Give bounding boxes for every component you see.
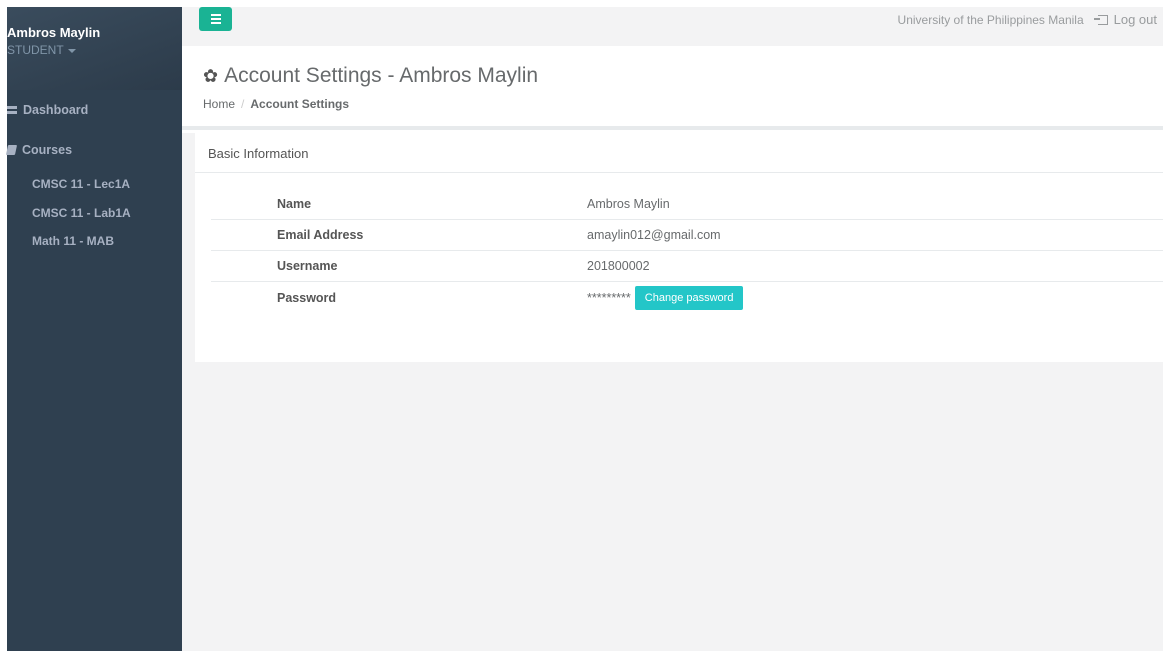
page-title-text: Account Settings - Ambros Maylin xyxy=(224,64,539,87)
table-row: Username 201800002 xyxy=(211,251,1163,282)
university-name: University of the Philippines Manila xyxy=(897,12,1084,27)
profile-area: Ambros Maylin STUDENT xyxy=(7,7,182,90)
row-label: Password xyxy=(277,290,337,305)
course-item[interactable]: CMSC 11 - Lec1A xyxy=(32,177,130,191)
caret-down-icon xyxy=(67,48,76,53)
course-item[interactable]: Math 11 - MAB xyxy=(32,234,114,248)
role-dropdown[interactable]: STUDENT xyxy=(7,43,182,57)
row-value: Ambros Maylin xyxy=(587,197,670,211)
main-content: Basic Information Name Ambros Maylin Ema… xyxy=(182,133,1163,651)
top-navbar: University of the Philippines Manila Log… xyxy=(182,7,1163,46)
sidebar: Ambros Maylin STUDENT Dashboard Courses … xyxy=(5,7,182,651)
user-name: Ambros Maylin xyxy=(7,25,101,40)
breadcrumb-home[interactable]: Home xyxy=(203,97,235,111)
logout-link[interactable]: Log out xyxy=(1093,12,1157,27)
page-title: ✿ Account Settings - Ambros Maylin xyxy=(203,64,538,88)
gear-icon: ✿ xyxy=(203,65,219,86)
nav-courses-label: Courses xyxy=(22,143,73,157)
nav-dashboard-label: Dashboard xyxy=(23,103,89,117)
topbar-right: University of the Philippines Manila Log… xyxy=(898,12,1157,27)
table-row: Name Ambros Maylin xyxy=(211,189,1163,220)
hamburger-icon xyxy=(210,22,221,24)
hamburger-icon xyxy=(210,18,221,20)
row-label: Username xyxy=(277,259,338,273)
table-row: Email Address amaylin012@gmail.com xyxy=(211,220,1163,251)
panel-title: Basic Information xyxy=(195,133,1163,173)
row-label: Email Address xyxy=(277,228,364,242)
breadcrumb-current: Account Settings xyxy=(250,97,350,111)
course-item[interactable]: CMSC 11 - Lab1A xyxy=(32,206,131,220)
basic-info-panel: Basic Information Name Ambros Maylin Ema… xyxy=(195,133,1163,362)
nav-courses[interactable]: Courses xyxy=(5,140,73,160)
change-password-button[interactable]: Change password xyxy=(634,285,744,310)
dashboard-icon xyxy=(7,106,17,114)
menu-toggle-button[interactable] xyxy=(199,7,232,31)
password-mask: ********* xyxy=(587,290,631,305)
row-value: amaylin012@gmail.com xyxy=(587,228,721,242)
role-label: STUDENT xyxy=(7,43,64,57)
info-table: Name Ambros Maylin Email Address amaylin… xyxy=(211,189,1163,313)
nav-dashboard[interactable]: Dashboard xyxy=(7,100,88,120)
logout-label: Log out xyxy=(1113,12,1157,27)
breadcrumb: Home / Account Settings xyxy=(203,97,350,111)
page-heading: ✿ Account Settings - Ambros Maylin Home /… xyxy=(182,46,1163,130)
row-value: 201800002 xyxy=(587,259,650,273)
hamburger-icon xyxy=(210,14,221,16)
book-icon xyxy=(5,145,18,155)
sign-out-icon xyxy=(1093,14,1108,25)
password-value-cell: ********* Change password xyxy=(587,285,744,310)
row-label: Name xyxy=(277,197,312,211)
table-row: Password ********* Change password xyxy=(211,282,1163,313)
